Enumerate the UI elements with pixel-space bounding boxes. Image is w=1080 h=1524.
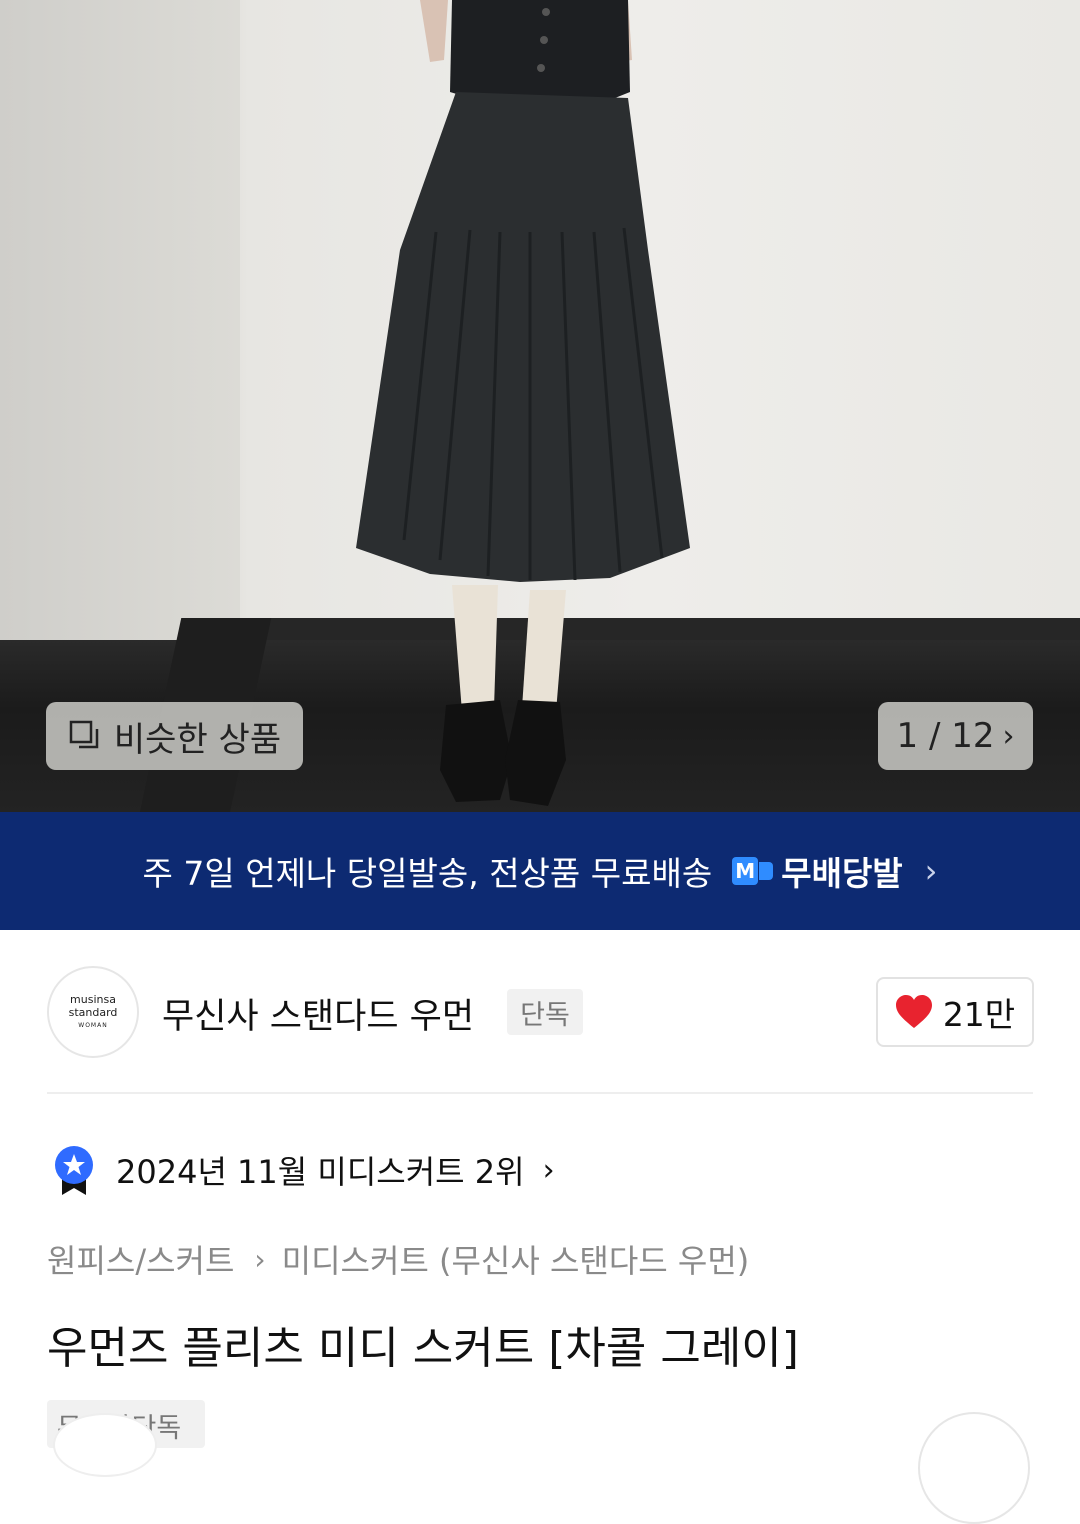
brand-logo-line2: standard <box>68 1005 118 1019</box>
banner-text: 주 7일 언제나 당일발송, 전상품 무료배송 <box>142 854 713 893</box>
similar-items-label: 비슷한 상품 <box>113 719 282 760</box>
brand-logo-line1: musinsa <box>70 992 116 1006</box>
free-shipping-banner[interactable]: 주 7일 언제나 당일발송, 전상품 무료배송 M 무배당발 › <box>0 812 1080 930</box>
chevron-right-icon: › <box>254 1242 266 1276</box>
chevron-right-icon: › <box>542 1152 555 1188</box>
breadcrumb-subcategory[interactable]: 미디스커트 (무신사 스탠다드 우먼) <box>282 1236 750 1282</box>
delivery-truck-icon: M <box>732 857 774 885</box>
breadcrumb-category[interactable]: 원피스/스커트 <box>47 1236 234 1282</box>
chevron-right-icon: › <box>924 852 938 890</box>
similar-items-icon <box>69 720 99 749</box>
product-image[interactable]: 비슷한 상품 1 / 12 › <box>0 0 1080 812</box>
heart-icon <box>895 995 932 1028</box>
image-pager-button[interactable]: 1 / 12 › <box>878 702 1033 770</box>
brand-logo[interactable]: musinsa standard WOMAN <box>47 966 139 1058</box>
exclusive-badge: 단독 <box>507 989 583 1035</box>
product-title: 우먼즈 플리츠 미디 스커트 [차콜 그레이] <box>47 1323 799 1374</box>
floating-overlay <box>55 1415 155 1475</box>
banner-brand-mark: M <box>732 857 759 885</box>
like-count: 21만 <box>942 995 1016 1034</box>
ranking-link[interactable]: 2024년 11월 미디스커트 2위 › <box>52 1145 555 1195</box>
similar-items-button[interactable]: 비슷한 상품 <box>46 702 303 770</box>
section-divider <box>47 1092 1033 1094</box>
brand-logo-line3: WOMAN <box>78 1021 108 1029</box>
model-wearing-skirt <box>356 0 690 806</box>
floating-action-button[interactable] <box>918 1412 1030 1524</box>
brand-name-link[interactable]: 무신사 스탠다드 우먼 <box>162 988 474 1039</box>
image-pager-count: 1 / 12 <box>896 716 995 756</box>
ranking-medal-icon <box>55 1146 93 1195</box>
brand-like-button[interactable]: 21만 <box>876 977 1034 1047</box>
ranking-text: 2024년 11월 미디스커트 2위 <box>116 1153 525 1191</box>
chevron-right-icon: › <box>1002 718 1015 754</box>
banner-brand-text: 무배당발 <box>781 854 903 893</box>
breadcrumb: 원피스/스커트 › 미디스커트 (무신사 스탠다드 우먼) <box>47 1236 749 1282</box>
